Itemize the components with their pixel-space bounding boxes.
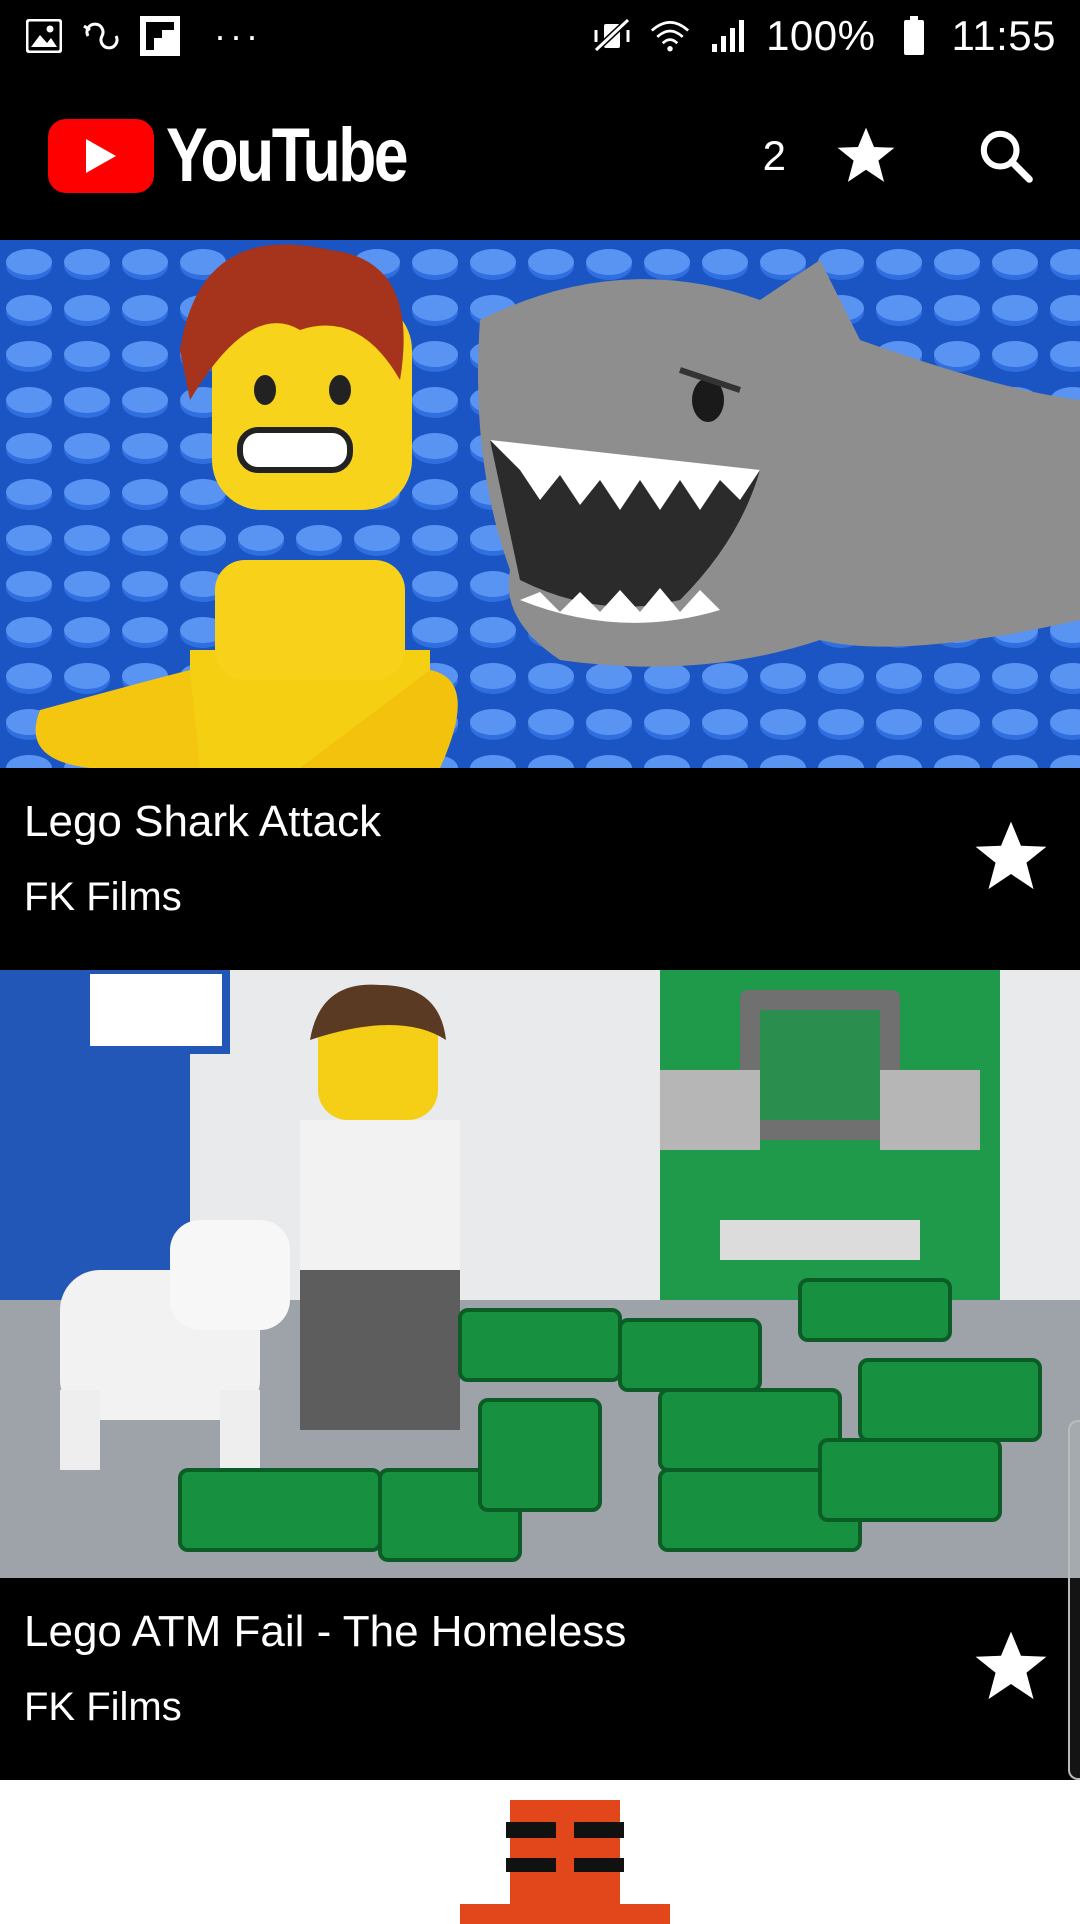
video-thumbnail[interactable] — [0, 240, 1080, 768]
video-feed[interactable]: Lego Shark Attack FK Films Lego ATM Fail… — [0, 240, 1080, 1924]
star-icon — [975, 821, 1047, 890]
favorite-toggle-button[interactable] — [966, 1622, 1056, 1712]
video-title[interactable]: Lego ATM Fail - The Homeless — [24, 1604, 1056, 1660]
video-title[interactable]: Lego Shark Attack — [24, 794, 1056, 850]
battery-percent: 100% — [766, 12, 876, 59]
video-thumbnail[interactable] — [0, 1780, 1080, 1924]
loop-icon — [82, 16, 122, 56]
favorite-toggle-button[interactable] — [966, 812, 1056, 902]
star-icon — [975, 1631, 1047, 1700]
play-icon — [48, 119, 154, 193]
more-notifications-indicator: ··· — [214, 15, 262, 56]
video-card[interactable] — [0, 1780, 1080, 1924]
app-bar: YouTube 2 — [0, 72, 1080, 240]
clock: 11:55 — [951, 12, 1056, 59]
youtube-logo[interactable]: YouTube — [48, 118, 459, 194]
channel-name[interactable]: FK Films — [24, 1682, 1056, 1732]
favorites-count: 2 — [762, 132, 786, 179]
logo-text: YouTube — [166, 113, 409, 198]
video-info[interactable]: Lego ATM Fail - The Homeless FK Films — [0, 1578, 1080, 1780]
status-bar: ··· 100% 11:55 — [0, 0, 1080, 72]
favorites-button[interactable] — [826, 116, 906, 196]
app-actions: 2 — [763, 116, 1046, 196]
video-card[interactable]: Lego ATM Fail - The Homeless FK Films — [0, 970, 1080, 1780]
video-thumbnail[interactable] — [0, 970, 1080, 1578]
flipboard-icon — [140, 16, 180, 56]
battery-icon — [894, 16, 934, 56]
star-icon — [837, 127, 895, 182]
status-left: ··· — [24, 15, 262, 57]
channel-name[interactable]: FK Films — [24, 872, 1056, 922]
vibrate-mute-icon — [592, 16, 632, 56]
signal-icon — [708, 16, 748, 56]
video-info[interactable]: Lego Shark Attack FK Films — [0, 768, 1080, 970]
status-right: 100% 11:55 — [592, 12, 1056, 60]
scrollbar[interactable] — [1068, 1420, 1080, 1780]
search-icon — [980, 130, 1033, 183]
image-icon — [24, 16, 64, 56]
video-card[interactable]: Lego Shark Attack FK Films — [0, 240, 1080, 970]
search-button[interactable] — [966, 116, 1046, 196]
wifi-icon — [650, 16, 690, 56]
